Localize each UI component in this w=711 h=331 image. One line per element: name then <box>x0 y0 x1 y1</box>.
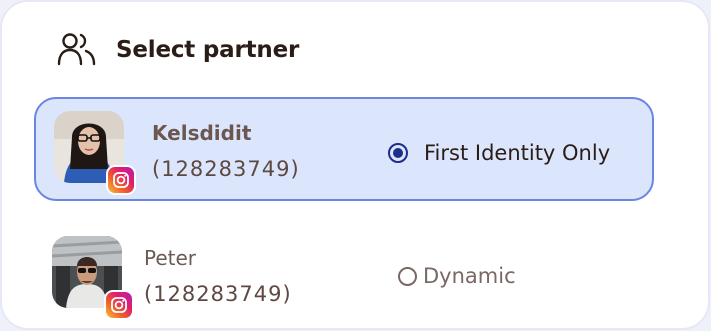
select-partner-panel: Select partner Kelsdidit (128283749) Fir… <box>2 2 708 328</box>
partner-name: Kelsdidit <box>152 121 252 145</box>
panel-header: Select partner <box>56 30 299 70</box>
option-label: Dynamic <box>423 264 516 288</box>
partner-card-peter[interactable]: Peter (128283749) Dynamic <box>34 228 654 320</box>
radio-unselected-icon[interactable] <box>398 266 417 286</box>
partner-id: (128283749) <box>144 282 292 306</box>
identity-option-dynamic[interactable]: Dynamic <box>398 264 516 288</box>
radio-selected-icon[interactable] <box>388 143 408 163</box>
identity-option-first[interactable]: First Identity Only <box>388 141 610 165</box>
option-label: First Identity Only <box>424 141 611 165</box>
instagram-icon <box>104 290 134 320</box>
partner-card-kelsdidit[interactable]: Kelsdidit (128283749) First Identity Onl… <box>34 97 654 201</box>
partner-info: Kelsdidit (128283749) <box>152 121 300 181</box>
page-title: Select partner <box>116 37 300 63</box>
instagram-icon <box>106 165 136 195</box>
partner-name: Peter <box>144 246 197 270</box>
avatar-wrapper <box>52 236 134 320</box>
avatar-wrapper <box>54 111 136 195</box>
partner-id: (128283749) <box>152 157 300 181</box>
users-icon <box>57 33 96 66</box>
partner-info: Peter (128283749) <box>144 246 292 306</box>
